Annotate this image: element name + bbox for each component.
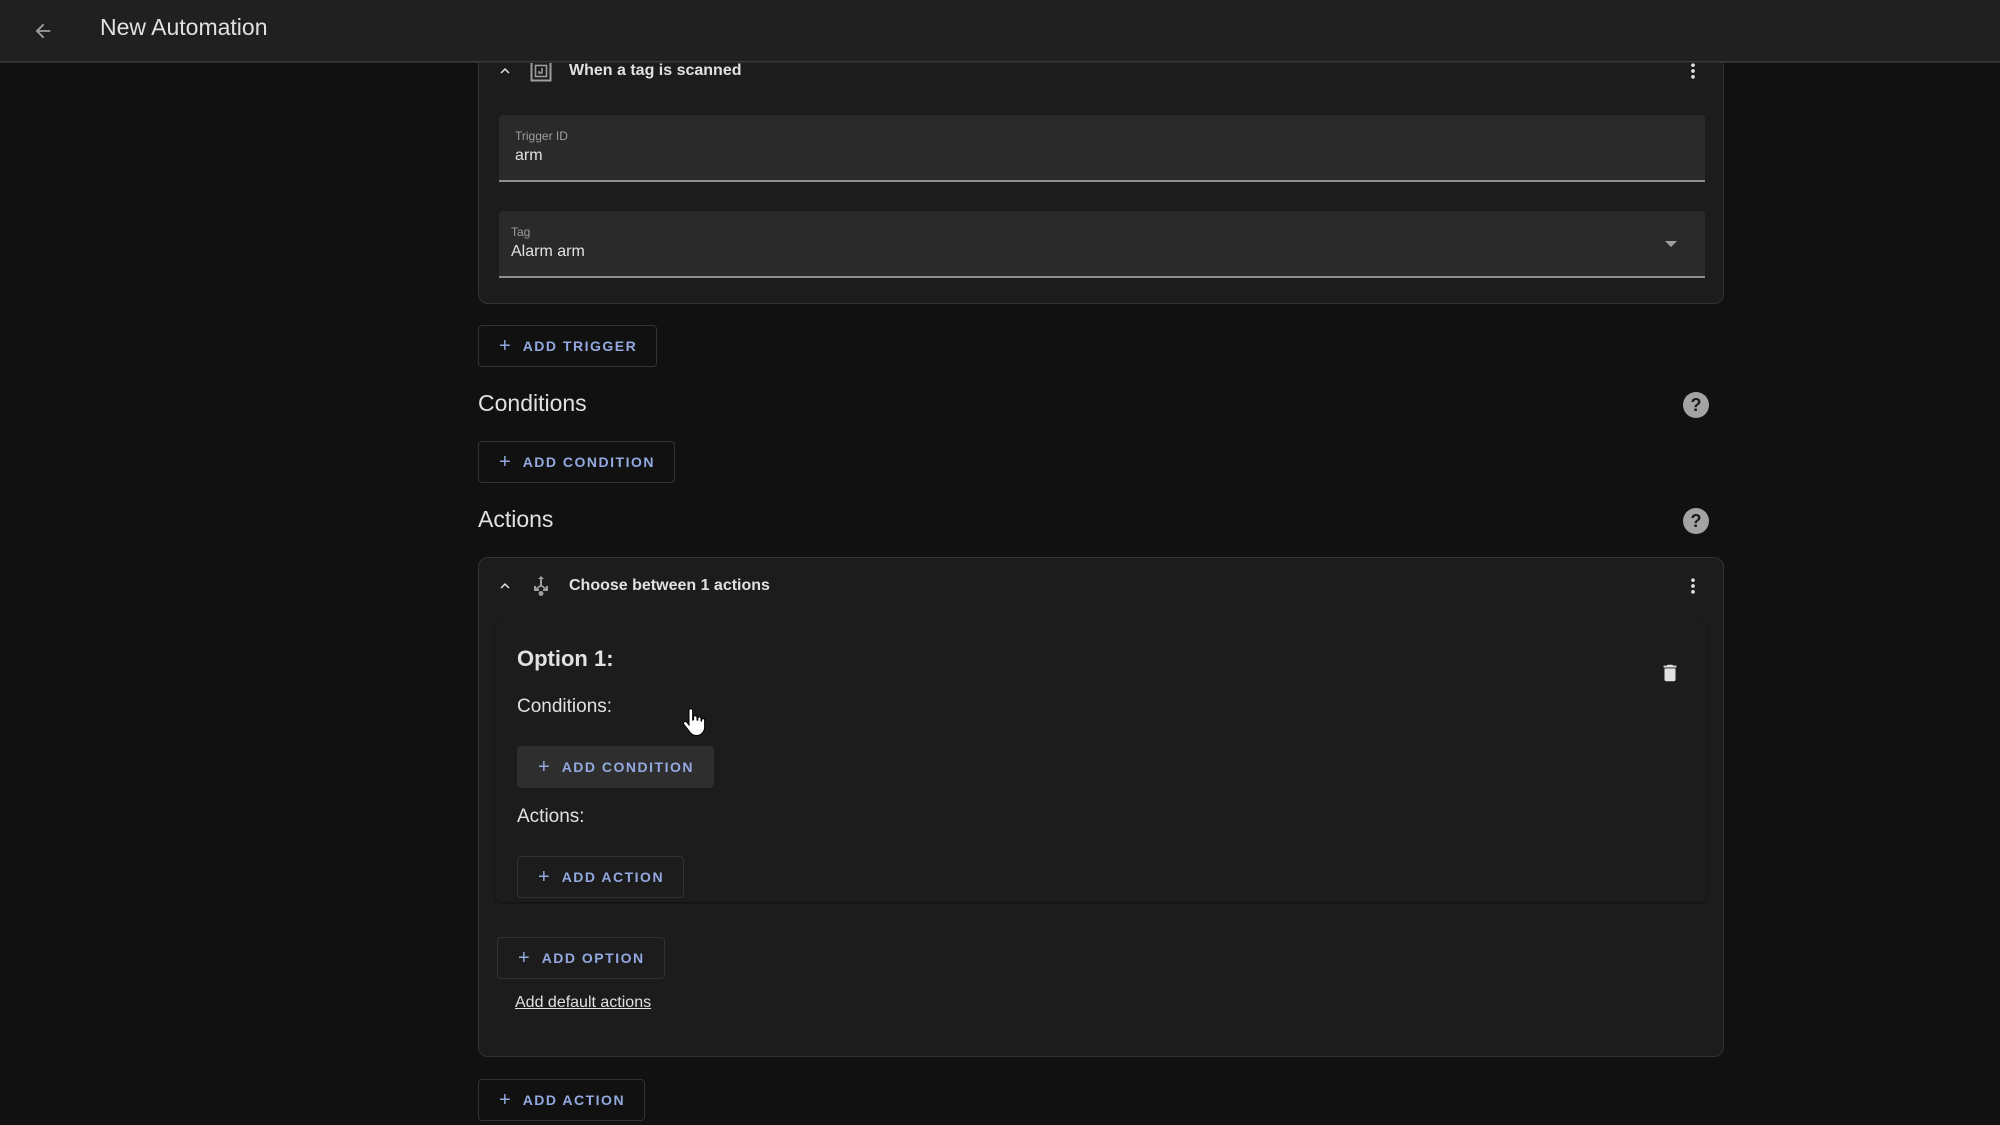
add-default-actions-link[interactable]: Add default actions — [515, 994, 651, 1012]
source-branch-icon — [527, 572, 555, 600]
tag-value: Alarm arm — [511, 243, 585, 260]
choose-card-menu-button[interactable] — [1679, 572, 1707, 600]
conditions-help-icon[interactable]: ? — [1683, 392, 1709, 418]
choose-action-card: Choose between 1 actions Option 1: Condi… — [478, 557, 1724, 1057]
dropdown-arrow-icon[interactable] — [1665, 241, 1677, 247]
back-button[interactable] — [22, 10, 64, 52]
collapse-button[interactable] — [491, 572, 519, 600]
option-title: Option 1: — [517, 646, 614, 671]
trigger-card: When a tag is scanned Trigger ID arm Tag… — [478, 62, 1724, 304]
add-condition-button[interactable]: + ADD CONDITION — [478, 441, 675, 483]
chevron-up-icon — [500, 68, 510, 74]
delete-option-button[interactable] — [1655, 658, 1685, 688]
trigger-card-header[interactable]: When a tag is scanned — [479, 62, 1723, 99]
choose-card-header[interactable]: Choose between 1 actions — [479, 558, 1723, 614]
option-conditions-label: Conditions: — [517, 696, 613, 717]
plus-icon: + — [518, 946, 530, 969]
trash-icon — [1663, 664, 1677, 682]
option-add-condition-button[interactable]: + ADD CONDITION — [517, 746, 714, 788]
actions-heading: Actions — [478, 506, 554, 532]
add-condition-label: ADD CONDITION — [522, 454, 655, 470]
collapse-button[interactable] — [491, 62, 519, 85]
choose-card-title: Choose between 1 actions — [569, 577, 770, 594]
plus-icon: + — [538, 865, 550, 888]
nfc-tag-icon — [527, 62, 555, 85]
plus-icon: + — [499, 1088, 511, 1111]
option-add-action-button[interactable]: + ADD ACTION — [517, 856, 685, 898]
trigger-id-field[interactable]: Trigger ID arm — [499, 115, 1705, 182]
chevron-up-icon — [500, 583, 510, 589]
plus-icon: + — [538, 755, 550, 778]
tag-select[interactable]: Tag Alarm arm — [499, 211, 1705, 278]
add-action-button[interactable]: + ADD ACTION — [478, 1079, 646, 1121]
page-title: New Automation — [100, 14, 268, 40]
add-trigger-button[interactable]: + ADD TRIGGER — [478, 325, 658, 367]
trigger-menu-button[interactable] — [1679, 62, 1707, 85]
trigger-id-label: Trigger ID — [515, 129, 568, 143]
add-trigger-label: ADD TRIGGER — [522, 338, 638, 354]
trigger-title: When a tag is scanned — [569, 62, 742, 79]
more-vertical-icon — [1691, 578, 1695, 594]
arrow-left-icon — [35, 23, 51, 39]
add-action-label: ADD ACTION — [522, 1092, 626, 1108]
option-add-condition-label: ADD CONDITION — [561, 759, 694, 775]
plus-icon: + — [499, 334, 511, 357]
more-vertical-icon — [1691, 63, 1695, 79]
add-option-button[interactable]: + ADD OPTION — [497, 937, 665, 979]
option-actions-label: Actions: — [517, 806, 585, 827]
conditions-heading: Conditions — [478, 390, 587, 416]
top-app-bar: New Automation — [0, 0, 2000, 62]
trigger-id-value: arm — [515, 147, 543, 164]
actions-help-icon[interactable]: ? — [1683, 508, 1709, 534]
tag-label: Tag — [511, 225, 531, 239]
editor-content: When a tag is scanned Trigger ID arm Tag… — [0, 62, 2000, 1125]
add-option-label: ADD OPTION — [541, 950, 645, 966]
plus-icon: + — [499, 450, 511, 473]
option-add-action-label: ADD ACTION — [561, 869, 665, 885]
